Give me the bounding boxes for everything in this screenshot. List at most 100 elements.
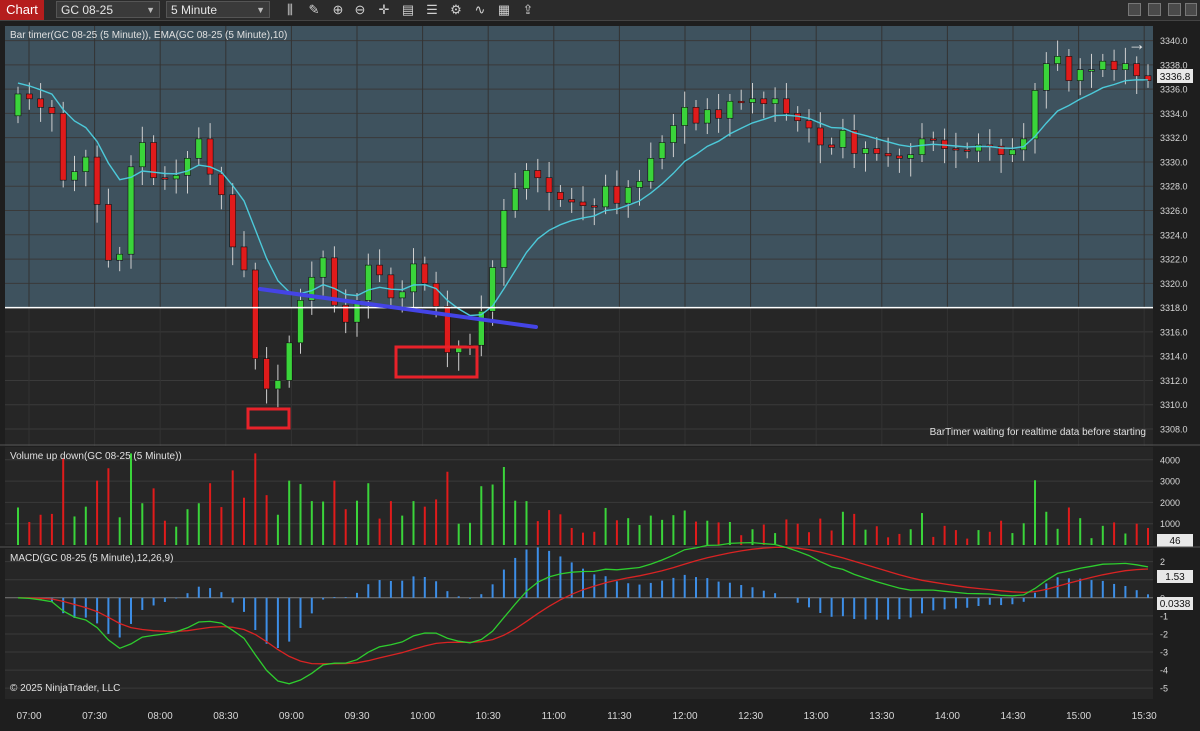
candle-down bbox=[929, 138, 937, 141]
time-tick: 13:00 bbox=[804, 711, 829, 722]
macd-panel[interactable]: MACD(GC 08-25 (5 Minute),12,26,9) © 2025… bbox=[5, 541, 1193, 699]
minimize-button[interactable] bbox=[1128, 3, 1141, 16]
zoom-in-icon[interactable]: ⊕ bbox=[330, 2, 346, 18]
candle-up bbox=[726, 100, 734, 119]
candle-up bbox=[489, 267, 496, 312]
candle-up bbox=[297, 300, 304, 344]
candle-up bbox=[602, 185, 609, 208]
share-icon[interactable]: ⇪ bbox=[520, 2, 536, 18]
candle-down bbox=[48, 107, 56, 114]
candle-down bbox=[263, 358, 270, 390]
candle-up bbox=[1043, 63, 1050, 91]
candle-down bbox=[545, 177, 553, 193]
time-tick: 13:30 bbox=[869, 711, 894, 722]
time-tick: 08:30 bbox=[213, 711, 238, 722]
price-tick: 3312.0 bbox=[1160, 376, 1188, 386]
volume-panel[interactable]: Volume up down(GC 08-25 (5 Minute)) 4000… bbox=[5, 447, 1193, 547]
price-axis[interactable]: 3340.0 3338.0 3336.0 3334.0 3332.0 3330.0 3328… bbox=[1160, 36, 1188, 434]
zoom-out-icon[interactable]: ⊖ bbox=[352, 2, 368, 18]
price-tick: 3326.0 bbox=[1160, 206, 1188, 216]
volume-tick: 3000 bbox=[1160, 477, 1180, 487]
time-axis[interactable]: 07:00 07:30 08:00 08:30 09:00 09:30 10:00 10:30… bbox=[16, 711, 1157, 722]
time-tick: 09:00 bbox=[279, 711, 304, 722]
arrow-right-icon[interactable]: → bbox=[1128, 34, 1146, 54]
price-tick: 3320.0 bbox=[1160, 279, 1188, 289]
candle-up bbox=[71, 171, 78, 181]
price-tick: 3340.0 bbox=[1160, 36, 1188, 46]
chart-tab[interactable]: Chart bbox=[0, 0, 44, 20]
strategies-icon[interactable]: ⚙ bbox=[448, 2, 464, 18]
restore-button[interactable] bbox=[1168, 3, 1181, 16]
chevron-down-icon: ▼ bbox=[256, 5, 265, 15]
instrument-selector[interactable]: GC 08-25 ▼ bbox=[56, 1, 160, 18]
price-tick: 3322.0 bbox=[1160, 255, 1188, 265]
price-tick: 3332.0 bbox=[1160, 133, 1188, 143]
volume-axis[interactable]: 4000 3000 2000 1000 bbox=[1160, 455, 1180, 529]
candle-down bbox=[884, 153, 892, 157]
volume-tick: 2000 bbox=[1160, 498, 1180, 508]
candle-down bbox=[37, 98, 44, 108]
candle-down bbox=[963, 149, 971, 152]
price-tick: 3316.0 bbox=[1160, 327, 1188, 337]
candle-down bbox=[715, 109, 722, 119]
candle-up bbox=[658, 142, 666, 159]
price-tick: 3310.0 bbox=[1160, 400, 1188, 410]
candle-up bbox=[670, 125, 677, 143]
price-tick: 3314.0 bbox=[1160, 352, 1188, 362]
candle-up bbox=[195, 138, 203, 159]
candle-up bbox=[862, 148, 869, 154]
candle-up bbox=[274, 380, 282, 390]
instrument-value: GC 08-25 bbox=[61, 3, 114, 17]
data-box-icon[interactable]: ▤ bbox=[400, 2, 416, 18]
macd-tick: -2 bbox=[1160, 629, 1168, 639]
candle-up bbox=[184, 158, 191, 176]
time-tick: 15:00 bbox=[1066, 711, 1091, 722]
interval-value: 5 Minute bbox=[171, 3, 218, 17]
maximize-button[interactable] bbox=[1148, 3, 1161, 16]
candle-up bbox=[1099, 60, 1107, 70]
candle-down bbox=[534, 170, 542, 179]
price-tick: 3338.0 bbox=[1160, 60, 1188, 70]
candle-up bbox=[703, 109, 711, 124]
price-panel[interactable]: Bar timer(GC 08-25 (5 Minute)), EMA(GC 0… bbox=[5, 26, 1193, 446]
candle-up bbox=[1009, 149, 1016, 155]
close-button[interactable] bbox=[1185, 3, 1197, 16]
candle-up bbox=[82, 156, 90, 172]
indicators-icon[interactable]: ∿ bbox=[472, 2, 488, 18]
time-tick: 08:00 bbox=[148, 711, 173, 722]
interval-selector[interactable]: 5 Minute ▼ bbox=[166, 1, 270, 18]
candle-down bbox=[252, 269, 259, 359]
price-tick: 3318.0 bbox=[1160, 303, 1188, 313]
candle-down bbox=[240, 246, 248, 271]
copyright: © 2025 NinjaTrader, LLC bbox=[10, 683, 120, 694]
candle-up bbox=[1122, 63, 1129, 70]
candle-down bbox=[816, 127, 824, 146]
candle-down bbox=[25, 93, 33, 100]
candle-down bbox=[1133, 63, 1140, 77]
time-tick: 09:30 bbox=[344, 711, 369, 722]
candle-down bbox=[568, 199, 576, 203]
candle-down bbox=[105, 204, 112, 261]
candle-up bbox=[907, 154, 915, 159]
candle-up bbox=[839, 130, 847, 148]
candle-up bbox=[477, 310, 485, 346]
chart-canvas[interactable]: Bar timer(GC 08-25 (5 Minute)), EMA(GC 0… bbox=[0, 20, 1200, 731]
crosshair-icon[interactable]: ✛ bbox=[376, 2, 392, 18]
macd-tick: -5 bbox=[1160, 684, 1168, 694]
bar-type-icon[interactable]: ⫼ bbox=[282, 2, 298, 18]
candle-down bbox=[229, 194, 236, 248]
drawing-tools-icon[interactable]: ✎ bbox=[306, 2, 322, 18]
candle-down bbox=[59, 113, 67, 181]
time-tick: 07:30 bbox=[82, 711, 107, 722]
templates-icon[interactable]: ▦ bbox=[496, 2, 512, 18]
candle-up bbox=[410, 263, 417, 293]
candle-up bbox=[116, 253, 123, 261]
candle-up bbox=[139, 142, 146, 168]
candle-down bbox=[952, 148, 960, 151]
price-zone-shade bbox=[5, 26, 1153, 308]
properties-icon[interactable]: ☰ bbox=[424, 2, 440, 18]
price-tick: 3336.0 bbox=[1160, 85, 1188, 95]
candle-up bbox=[771, 98, 779, 104]
macd-tick: -1 bbox=[1160, 611, 1168, 621]
time-tick: 11:30 bbox=[607, 711, 632, 722]
